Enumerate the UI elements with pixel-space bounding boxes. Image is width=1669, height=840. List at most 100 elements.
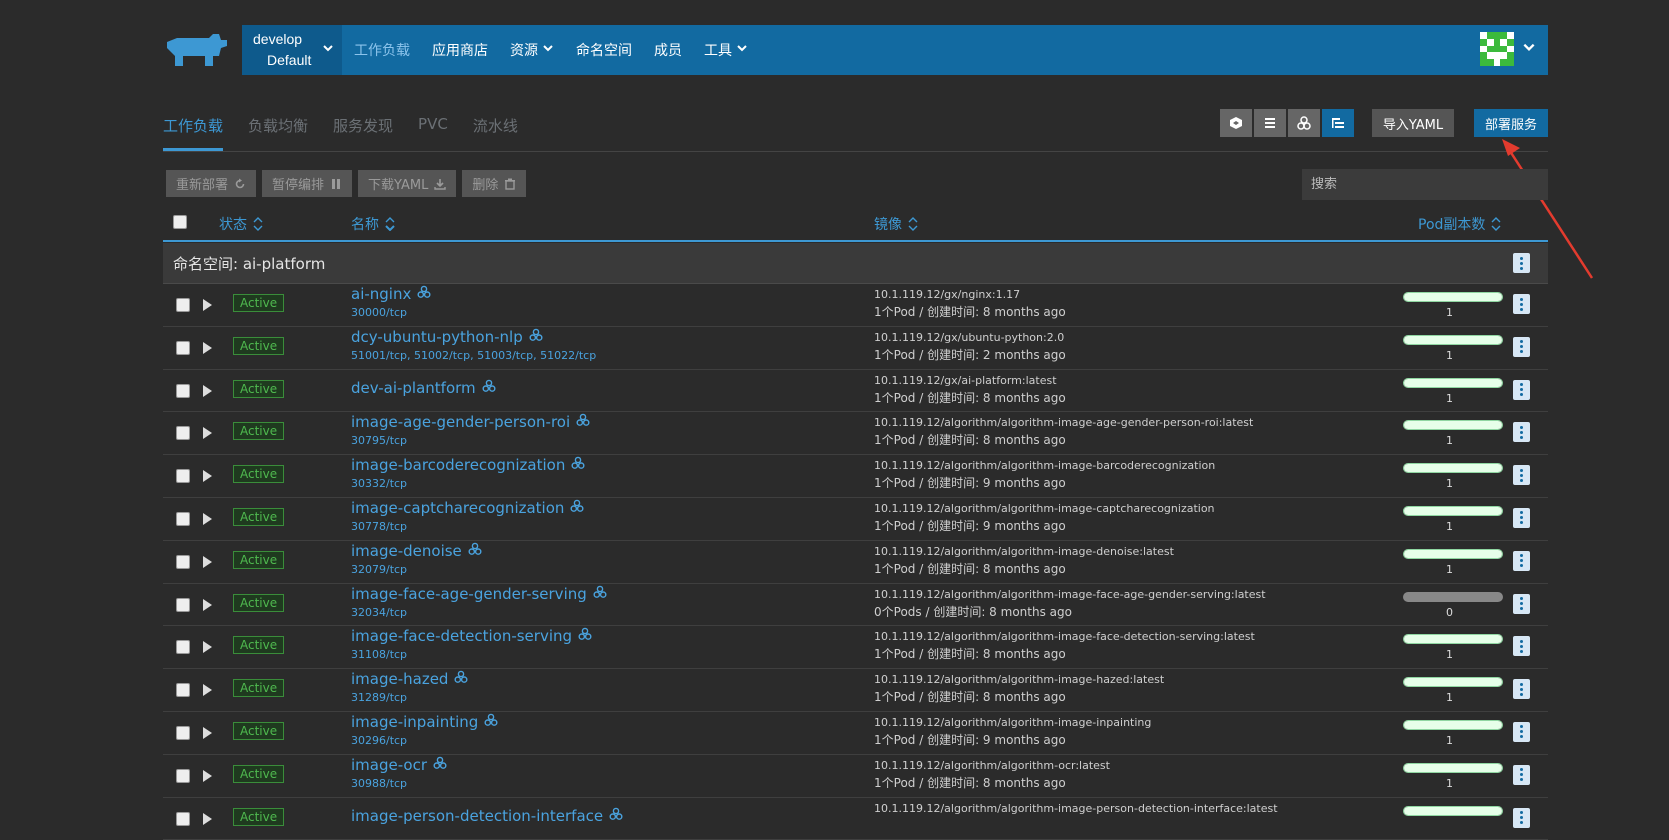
import-yaml-button[interactable]: 导入YAML (1372, 109, 1454, 137)
port-link[interactable]: 31289/tcp (351, 691, 407, 704)
row-checkbox[interactable] (176, 554, 190, 569)
row-checkbox[interactable] (176, 298, 190, 312)
view-by-node-button[interactable] (1220, 109, 1252, 137)
tab-pipeline[interactable]: 流水线 (473, 108, 518, 152)
port-link[interactable]: 30296/tcp (351, 734, 407, 747)
namespace-actions-button[interactable] (1513, 253, 1530, 273)
delete-button[interactable]: 删除 (462, 170, 527, 197)
row-actions-button[interactable] (1513, 379, 1530, 400)
workload-name-link[interactable]: image-inpainting (351, 713, 498, 731)
deploy-service-button[interactable]: 部署服务 (1474, 109, 1548, 137)
tab-workloads[interactable]: 工作负载 (163, 108, 224, 151)
column-header-state[interactable]: 状态 (219, 214, 263, 234)
workload-name-link[interactable]: image-hazed (351, 670, 468, 688)
port-link[interactable]: 32034/tcp (351, 606, 407, 619)
port-link[interactable]: 51003/tcp (477, 349, 533, 362)
row-checkbox[interactable] (176, 725, 190, 740)
port-link[interactable]: 32079/tcp (351, 563, 407, 576)
expand-icon[interactable] (203, 598, 212, 611)
expand-icon[interactable] (203, 299, 212, 311)
row-actions-button[interactable] (1513, 336, 1530, 357)
row-actions-button[interactable] (1513, 550, 1530, 571)
top-nav-bar: develop Default 工作负载 应用商店 资源 命名空间 成员 工具 (242, 25, 1548, 75)
nav-members[interactable]: 成员 (654, 40, 682, 60)
expand-icon[interactable] (203, 427, 212, 440)
workload-name-link[interactable]: image-face-detection-serving (351, 627, 592, 645)
workload-name-link[interactable]: image-ocr (351, 756, 447, 774)
view-grouped-button[interactable] (1322, 109, 1354, 137)
expand-icon[interactable] (203, 641, 212, 654)
row-actions-button[interactable] (1513, 679, 1530, 700)
nav-app-store[interactable]: 应用商店 (432, 40, 488, 60)
row-actions-button[interactable] (1513, 465, 1530, 486)
port-link[interactable]: 51022/tcp (540, 349, 596, 362)
user-menu[interactable] (1480, 32, 1536, 66)
workload-name-link[interactable]: image-denoise (351, 542, 482, 560)
expand-icon[interactable] (203, 812, 212, 825)
row-checkbox[interactable] (176, 768, 190, 783)
workload-name-link[interactable]: dcy-ubuntu-python-nlp (351, 328, 543, 346)
redeploy-button[interactable]: 重新部署 (166, 170, 257, 197)
nav-workloads[interactable]: 工作负载 (354, 40, 410, 60)
expand-icon[interactable] (203, 341, 212, 354)
column-header-image[interactable]: 镜像 (874, 214, 918, 234)
expand-icon[interactable] (203, 684, 212, 697)
row-actions-button[interactable] (1513, 721, 1530, 742)
row-actions-button[interactable] (1513, 507, 1530, 528)
view-by-service-button[interactable] (1288, 109, 1320, 137)
nav-namespaces[interactable]: 命名空间 (576, 40, 632, 60)
row-checkbox[interactable] (176, 597, 190, 612)
download-yaml-button[interactable]: 下载YAML (358, 170, 457, 197)
row-actions-button[interactable] (1513, 636, 1530, 657)
select-all-checkbox[interactable] (173, 215, 187, 229)
expand-icon[interactable] (203, 726, 212, 739)
port-link[interactable]: 30332/tcp (351, 477, 407, 490)
pause-orchestration-button[interactable]: 暂停编排 (262, 170, 353, 197)
row-checkbox[interactable] (176, 683, 190, 698)
port-link[interactable]: 30778/tcp (351, 520, 407, 533)
row-actions-button[interactable] (1513, 294, 1530, 314)
search-input[interactable] (1302, 169, 1548, 200)
row-checkbox[interactable] (176, 640, 190, 655)
row-actions-button[interactable] (1513, 764, 1530, 785)
expand-icon[interactable] (203, 769, 212, 782)
tab-pvc[interactable]: PVC (418, 108, 448, 152)
column-header-pods[interactable]: Pod副本数 (1418, 214, 1501, 234)
row-actions-button[interactable] (1513, 807, 1530, 828)
nav-resources[interactable]: 资源 (510, 40, 554, 60)
row-checkbox[interactable] (176, 469, 190, 484)
row-checkbox[interactable] (176, 811, 190, 826)
port-link[interactable]: 30988/tcp (351, 777, 407, 790)
port-link[interactable]: 51002/tcp (414, 349, 470, 362)
row-checkbox[interactable] (176, 511, 190, 526)
workload-name-link[interactable]: image-person-detection-interface (351, 807, 623, 825)
expand-icon[interactable] (203, 512, 212, 525)
view-list-button[interactable] (1254, 109, 1286, 137)
port-link[interactable]: 51001/tcp (351, 349, 407, 362)
row-checkbox[interactable] (176, 340, 190, 355)
workload-name-link[interactable]: image-barcoderecognization (351, 456, 585, 474)
port-link[interactable]: 30000/tcp (351, 306, 407, 319)
environment-selector[interactable]: develop Default (242, 25, 342, 75)
pod-count-text: 1个Pod (874, 647, 916, 662)
workload-name-link[interactable]: image-captcharecognization (351, 499, 584, 517)
expand-icon[interactable] (203, 384, 212, 397)
row-checkbox[interactable] (176, 426, 190, 441)
tab-service-discovery[interactable]: 服务发现 (333, 108, 393, 152)
workload-name-link[interactable]: ai-nginx (351, 285, 431, 303)
row-checkbox[interactable] (176, 383, 190, 398)
port-link[interactable]: 30795/tcp (351, 434, 407, 447)
row-actions-button[interactable] (1513, 422, 1530, 443)
expand-icon[interactable] (203, 555, 212, 568)
tab-load-balancing[interactable]: 负载均衡 (248, 108, 308, 152)
nav-tools[interactable]: 工具 (704, 40, 748, 60)
port-link[interactable]: 31108/tcp (351, 648, 407, 661)
workload-name-link[interactable]: image-age-gender-person-roi (351, 413, 590, 431)
workload-name-link[interactable]: dev-ai-plantform (351, 379, 496, 397)
created-time: 创建时间: 2 months ago (927, 347, 1066, 362)
row-actions-button[interactable] (1513, 593, 1530, 614)
workload-name-link[interactable]: image-face-age-gender-serving (351, 585, 607, 603)
column-header-name[interactable]: 名称 (351, 214, 395, 234)
rancher-logo[interactable] (163, 32, 231, 68)
expand-icon[interactable] (203, 470, 212, 483)
